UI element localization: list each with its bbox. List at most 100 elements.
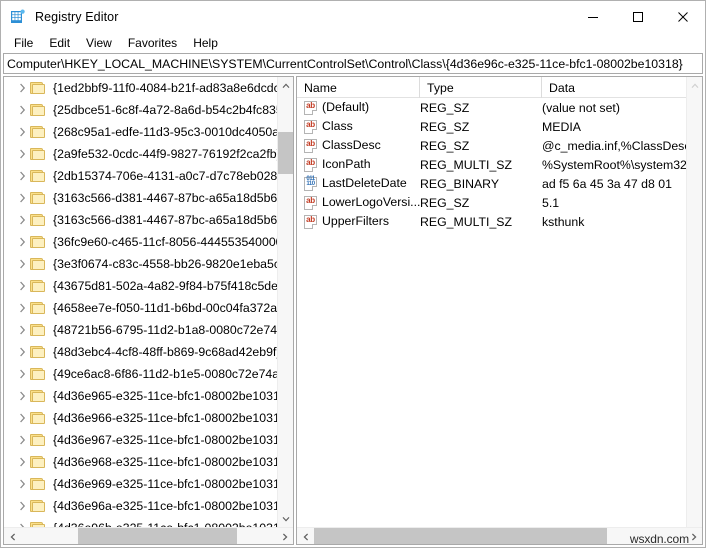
tree-scroll-right-icon[interactable] <box>276 528 293 544</box>
expand-chevron-icon[interactable] <box>14 165 30 187</box>
tree-item[interactable]: {36fc9e60-c465-11cf-8056-444553540000} <box>4 231 277 253</box>
tree-item[interactable]: {4d36e96b-e325-11ce-bfc1-08002be10318} <box>4 517 277 527</box>
expand-chevron-icon[interactable] <box>14 473 30 495</box>
column-header-name[interactable]: Name <box>297 77 420 98</box>
expand-chevron-icon[interactable] <box>14 429 30 451</box>
values-vertical-scrollbar[interactable] <box>686 77 702 544</box>
tree-item[interactable]: {48d3ebc4-4cf8-48ff-b869-9c68ad42eb9f} <box>4 341 277 363</box>
string-value-icon: ab <box>304 138 317 153</box>
values-list[interactable]: ab (Default) REG_SZ (value not set) ab Class R… <box>297 98 686 527</box>
tree-item[interactable]: {48721b56-6795-11d2-b1a8-0080c72e74a2} <box>4 319 277 341</box>
string-value-icon: ab <box>304 100 317 115</box>
expand-chevron-icon[interactable] <box>14 297 30 319</box>
tree-scroll-down-icon[interactable] <box>278 510 293 527</box>
tree-item[interactable]: {4d36e966-e325-11ce-bfc1-08002be10318} <box>4 407 277 429</box>
tree-scroll-up-icon[interactable] <box>278 77 293 94</box>
folder-icon <box>30 191 46 205</box>
expand-chevron-icon[interactable] <box>14 77 30 99</box>
tree-item[interactable]: {4d36e967-e325-11ce-bfc1-08002be10318} <box>4 429 277 451</box>
expand-chevron-icon[interactable] <box>14 495 30 517</box>
registry-tree[interactable]: {1ed2bbf9-11f0-4084-b21f-ad83a8e6dcdc} {2… <box>4 77 277 527</box>
values-scroll-left-icon[interactable] <box>297 528 314 544</box>
expand-chevron-icon[interactable] <box>14 407 30 429</box>
expand-chevron-icon[interactable] <box>14 363 30 385</box>
folder-icon <box>30 169 46 183</box>
expand-chevron-icon[interactable] <box>14 187 30 209</box>
expand-chevron-icon[interactable] <box>14 275 30 297</box>
tree-item[interactable]: {4658ee7e-f050-11d1-b6bd-00c04fa372a7} <box>4 297 277 319</box>
tree-item[interactable]: {2a9fe532-0cdc-44f9-9827-76192f2ca2fb} <box>4 143 277 165</box>
expand-chevron-icon[interactable] <box>14 385 30 407</box>
registry-tree-pane: {1ed2bbf9-11f0-4084-b21f-ad83a8e6dcdc} {2… <box>3 76 294 545</box>
tree-item[interactable]: {3e3f0674-c83c-4558-bb26-9820e1eba5c5} <box>4 253 277 275</box>
value-row[interactable]: ab ClassDesc REG_SZ @c_media.inf,%ClassDesc… <box>297 136 686 155</box>
close-button[interactable] <box>660 1 705 32</box>
tree-item[interactable]: {2db15374-706e-4131-a0c7-d7c78eb0289a} <box>4 165 277 187</box>
value-row[interactable]: 011 110 LastDeleteDate REG_BINARY ad f5 6a 4… <box>297 174 686 193</box>
expand-chevron-icon[interactable] <box>14 517 30 527</box>
tree-item[interactable]: {43675d81-502a-4a82-9f84-b75f418c5dea} <box>4 275 277 297</box>
tree-item[interactable]: {25dbce51-6c8f-4a72-8a6d-b54c2b4fc835} <box>4 99 277 121</box>
tree-scroll-thumb[interactable] <box>278 132 293 174</box>
tree-hscroll-thumb[interactable] <box>78 528 237 544</box>
tree-item[interactable]: {49ce6ac8-6f86-11d2-b1e5-0080c72e74a2} <box>4 363 277 385</box>
binary-value-icon: 011 110 <box>304 176 317 191</box>
value-row[interactable]: ab IconPath REG_MULTI_SZ %SystemRoot%\syste… <box>297 155 686 174</box>
tree-vertical-scrollbar[interactable] <box>277 77 293 527</box>
tree-item-label: {4d36e96b-e325-11ce-bfc1-08002be10318} <box>51 519 277 527</box>
tree-item-label: {48721b56-6795-11d2-b1a8-0080c72e74a2} <box>53 323 277 337</box>
expand-chevron-icon[interactable] <box>14 253 30 275</box>
maximize-button[interactable] <box>615 1 660 32</box>
tree-item-label: {25dbce51-6c8f-4a72-8a6d-b54c2b4fc835} <box>53 103 277 117</box>
column-header-data[interactable]: Data <box>542 77 702 98</box>
tree-horizontal-scrollbar[interactable] <box>4 527 293 544</box>
expand-chevron-icon[interactable] <box>14 451 30 473</box>
expand-chevron-icon[interactable] <box>14 319 30 341</box>
value-row[interactable]: ab LowerLogoVersi... REG_SZ 5.1 <box>297 193 686 212</box>
tree-item[interactable]: {3163c566-d381-4467-87bc-a65a18d5b649} <box>4 209 277 231</box>
folder-icon <box>30 81 46 95</box>
tree-item[interactable]: {1ed2bbf9-11f0-4084-b21f-ad83a8e6dcdc} <box>4 77 277 99</box>
menu-help[interactable]: Help <box>185 34 226 52</box>
menu-edit[interactable]: Edit <box>41 34 78 52</box>
expand-chevron-icon[interactable] <box>14 143 30 165</box>
tree-item[interactable]: {4d36e96a-e325-11ce-bfc1-08002be10318} <box>4 495 277 517</box>
tree-item-label: {2db15374-706e-4131-a0c7-d7c78eb0289a} <box>53 169 277 183</box>
value-data-cell: %SystemRoot%\system32\mm <box>542 157 686 172</box>
value-name: Class <box>322 119 353 133</box>
tree-item-label: {4d36e96a-e325-11ce-bfc1-08002be10318} <box>53 499 277 513</box>
menu-file[interactable]: File <box>6 34 41 52</box>
values-hscroll-thumb[interactable] <box>314 528 607 544</box>
expand-chevron-icon[interactable] <box>14 231 30 253</box>
expand-chevron-icon[interactable] <box>14 121 30 143</box>
column-header-type[interactable]: Type <box>420 77 542 98</box>
tree-item[interactable]: {4d36e965-e325-11ce-bfc1-08002be10318} <box>4 385 277 407</box>
tree-item[interactable]: {3163c566-d381-4467-87bc-a65a18d5b648} <box>4 187 277 209</box>
address-path: Computer\HKEY_LOCAL_MACHINE\SYSTEM\Curre… <box>7 56 683 71</box>
value-row[interactable]: ab (Default) REG_SZ (value not set) <box>297 98 686 117</box>
tree-item-label: {1ed2bbf9-11f0-4084-b21f-ad83a8e6dcdc} <box>53 81 277 95</box>
content-area: {1ed2bbf9-11f0-4084-b21f-ad83a8e6dcdc} {2… <box>3 76 703 545</box>
tree-item[interactable]: {268c95a1-edfe-11d3-95c3-0010dc4050a5} <box>4 121 277 143</box>
value-data-cell: MEDIA <box>542 119 581 134</box>
tree-item-label: {2a9fe532-0cdc-44f9-9827-76192f2ca2fb} <box>53 147 277 161</box>
value-row[interactable]: ab UpperFilters REG_MULTI_SZ ksthunk <box>297 212 686 231</box>
menu-view[interactable]: View <box>78 34 120 52</box>
tree-scroll-left-icon[interactable] <box>4 528 21 544</box>
tree-item[interactable]: {4d36e968-e325-11ce-bfc1-08002be10318} <box>4 451 277 473</box>
expand-chevron-icon[interactable] <box>14 341 30 363</box>
value-type-cell: REG_SZ <box>420 100 470 115</box>
menu-bar: File Edit View Favorites Help <box>1 32 705 53</box>
value-name: LastDeleteDate <box>322 176 407 190</box>
string-value-icon: ab <box>304 195 317 210</box>
expand-chevron-icon[interactable] <box>14 209 30 231</box>
value-name-cell: ab Class <box>297 117 420 136</box>
menu-favorites[interactable]: Favorites <box>120 34 185 52</box>
value-row[interactable]: ab Class REG_SZ MEDIA <box>297 117 686 136</box>
minimize-button[interactable] <box>570 1 615 32</box>
tree-item[interactable]: {4d36e969-e325-11ce-bfc1-08002be10318} <box>4 473 277 495</box>
expand-chevron-icon[interactable] <box>14 99 30 121</box>
address-bar[interactable]: Computer\HKEY_LOCAL_MACHINE\SYSTEM\Curre… <box>3 53 703 74</box>
tree-item-label: {36fc9e60-c465-11cf-8056-444553540000} <box>53 235 277 249</box>
values-scroll-up-icon[interactable] <box>687 77 702 94</box>
